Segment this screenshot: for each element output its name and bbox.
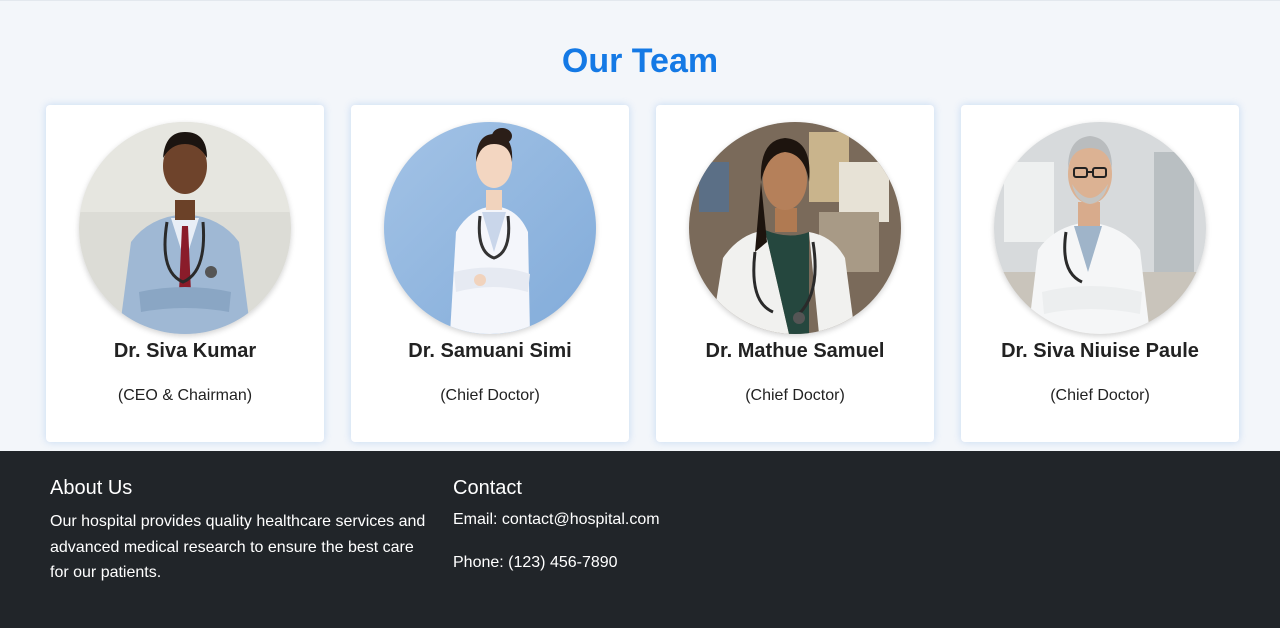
footer-contact: Contact Email: contact@hospital.com Phon…: [453, 475, 853, 574]
contact-heading: Contact: [453, 477, 522, 499]
team-title: Our Team: [561, 42, 719, 80]
about-text: Our hospital provides quality healthcare…: [50, 513, 426, 581]
doctor-photo: [79, 122, 291, 334]
member-role: (CEO & Chairman): [117, 387, 253, 404]
member-name: Dr. Mathue Samuel: [705, 340, 885, 362]
team-member-card: Dr. Mathue Samuel (Chief Doctor): [656, 105, 934, 442]
team-section: Our Team Dr. Siva Kumar (CEO & Chairman)…: [0, 0, 1280, 451]
doctor-photo: [689, 122, 901, 334]
team-member-card: Dr. Siva Kumar (CEO & Chairman): [46, 105, 324, 442]
doctor-portrait-image: [689, 122, 901, 334]
about-heading: About Us: [50, 477, 133, 499]
team-member-card: Dr. Samuani Simi (Chief Doctor): [351, 105, 629, 442]
contact-email[interactable]: Email: contact@hospital.com: [453, 509, 853, 531]
footer-about: About Us Our hospital provides quality h…: [50, 475, 430, 586]
team-member-card: Dr. Siva Niuise Paule (Chief Doctor): [961, 105, 1239, 442]
site-footer: About Us Our hospital provides quality h…: [0, 451, 1280, 628]
member-role: (Chief Doctor): [745, 387, 845, 404]
doctor-portrait-image: [384, 122, 596, 334]
member-name: Dr. Siva Niuise Paule: [1001, 340, 1199, 362]
team-cards: Dr. Siva Kumar (CEO & Chairman) Dr. Samu…: [46, 105, 1239, 442]
doctor-photo: [994, 122, 1206, 334]
doctor-photo: [384, 122, 596, 334]
member-name: Dr. Samuani Simi: [408, 340, 572, 362]
member-name: Dr. Siva Kumar: [113, 340, 257, 362]
contact-phone[interactable]: Phone: (123) 456-7890: [453, 552, 853, 574]
doctor-portrait-image: [994, 122, 1206, 334]
doctor-portrait-image: [79, 122, 291, 334]
member-role: (Chief Doctor): [440, 387, 540, 404]
member-role: (Chief Doctor): [1050, 387, 1150, 404]
